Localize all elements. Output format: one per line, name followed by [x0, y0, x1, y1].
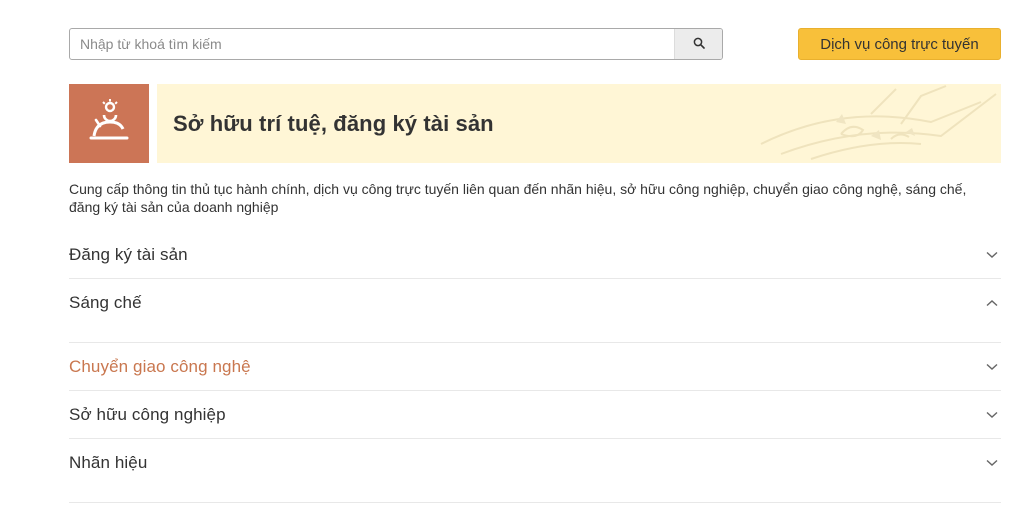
- chevron-down-icon: [985, 248, 999, 262]
- category-accordion: Đăng ký tài sản Sáng chế Chuyển giao côn…: [69, 231, 1001, 503]
- accordion-item-label: Chuyển giao công nghệ: [69, 356, 251, 376]
- hero-icon-box: [69, 84, 149, 163]
- chevron-down-icon: [985, 408, 999, 422]
- search-bar: [69, 28, 723, 60]
- accordion-item-nhan-hieu[interactable]: Nhãn hiệu: [69, 439, 1001, 503]
- accordion-item-chuyen-giao-cong-nghe[interactable]: Chuyển giao công nghệ: [69, 343, 1001, 391]
- search-input[interactable]: [70, 29, 674, 59]
- section-description: Cung cấp thông tin thủ tục hành chính, d…: [69, 181, 967, 215]
- person-award-icon: [86, 98, 132, 149]
- accordion-item-label: Sở hữu công nghiệp: [69, 404, 226, 424]
- search-button[interactable]: [674, 29, 722, 59]
- chevron-down-icon: [985, 360, 999, 374]
- page-title: Sở hữu trí tuệ, đăng ký tài sản: [173, 111, 494, 136]
- accordion-item-sang-che[interactable]: Sáng chế: [69, 279, 1001, 343]
- accordion-item-so-huu-cong-nghiep[interactable]: Sở hữu công nghiệp: [69, 391, 1001, 439]
- search-icon: [693, 37, 705, 52]
- chevron-down-icon: [985, 456, 999, 470]
- chevron-up-icon: [985, 296, 999, 310]
- online-service-button[interactable]: Dịch vụ công trực tuyến: [798, 28, 1001, 60]
- accordion-item-dang-ky-tai-san[interactable]: Đăng ký tài sản: [69, 231, 1001, 279]
- accordion-item-label: Nhãn hiệu: [69, 452, 148, 472]
- accordion-item-label: Đăng ký tài sản: [69, 244, 188, 264]
- hero-banner: Sở hữu trí tuệ, đăng ký tài sản: [157, 84, 1001, 163]
- crane-decoration-icon: [760, 85, 997, 160]
- accordion-item-label: Sáng chế: [69, 292, 142, 312]
